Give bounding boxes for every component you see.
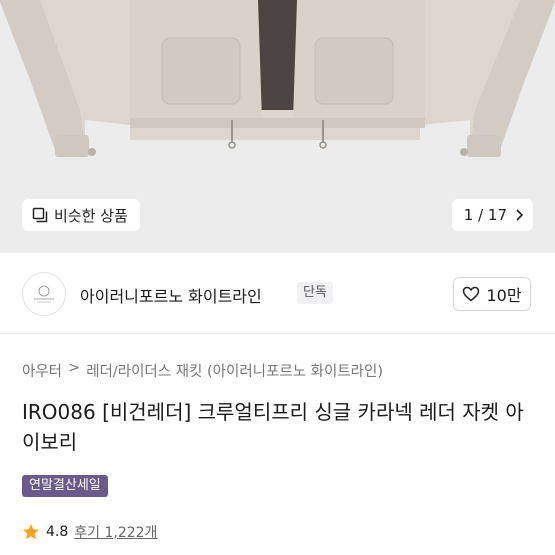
- image-counter: 1 / 17: [463, 206, 507, 224]
- product-image-gallery[interactable]: 비슷한 상품 1 / 17: [0, 0, 555, 253]
- breadcrumb-category-leather[interactable]: 레더/라이더스 재킷 (아이러니포르노 화이트라인): [86, 360, 383, 381]
- similar-products-button[interactable]: 비슷한 상품: [22, 199, 140, 231]
- reviews-link[interactable]: 후기 1,222개: [74, 522, 157, 542]
- breadcrumb-separator: >: [68, 360, 81, 376]
- store-logo-mark: [34, 285, 54, 303]
- store-name[interactable]: 아이러니포르노 화이트라인: [80, 283, 262, 307]
- product-title: IRO086 [비건레더] 크루얼티프리 싱글 카라넥 레더 자켓 아이보리: [22, 400, 524, 454]
- chevron-right-icon: [516, 209, 523, 221]
- store-logo[interactable]: [22, 272, 66, 316]
- breadcrumb-category-outer[interactable]: 아우터: [22, 360, 62, 381]
- heart-icon: [463, 286, 480, 302]
- like-count: 10만: [486, 286, 522, 305]
- rating-row: 4.8 후기 1,222개: [22, 522, 157, 542]
- divider: [0, 333, 555, 334]
- sale-tag: 연말결산세일: [22, 475, 108, 497]
- rating-score: 4.8: [46, 524, 69, 540]
- breadcrumb: 아우터 > 레더/라이더스 재킷 (아이러니포르노 화이트라인): [22, 360, 383, 381]
- star-icon: [23, 524, 39, 540]
- exclusive-badge: 단독: [297, 282, 333, 304]
- like-button[interactable]: 10만: [453, 277, 531, 311]
- image-counter-button[interactable]: 1 / 17: [451, 199, 533, 231]
- similar-products-label: 비슷한 상품: [54, 206, 128, 225]
- store-row: 아이러니포르노 화이트라인 단독 10만: [0, 253, 555, 333]
- similar-icon: [32, 207, 48, 223]
